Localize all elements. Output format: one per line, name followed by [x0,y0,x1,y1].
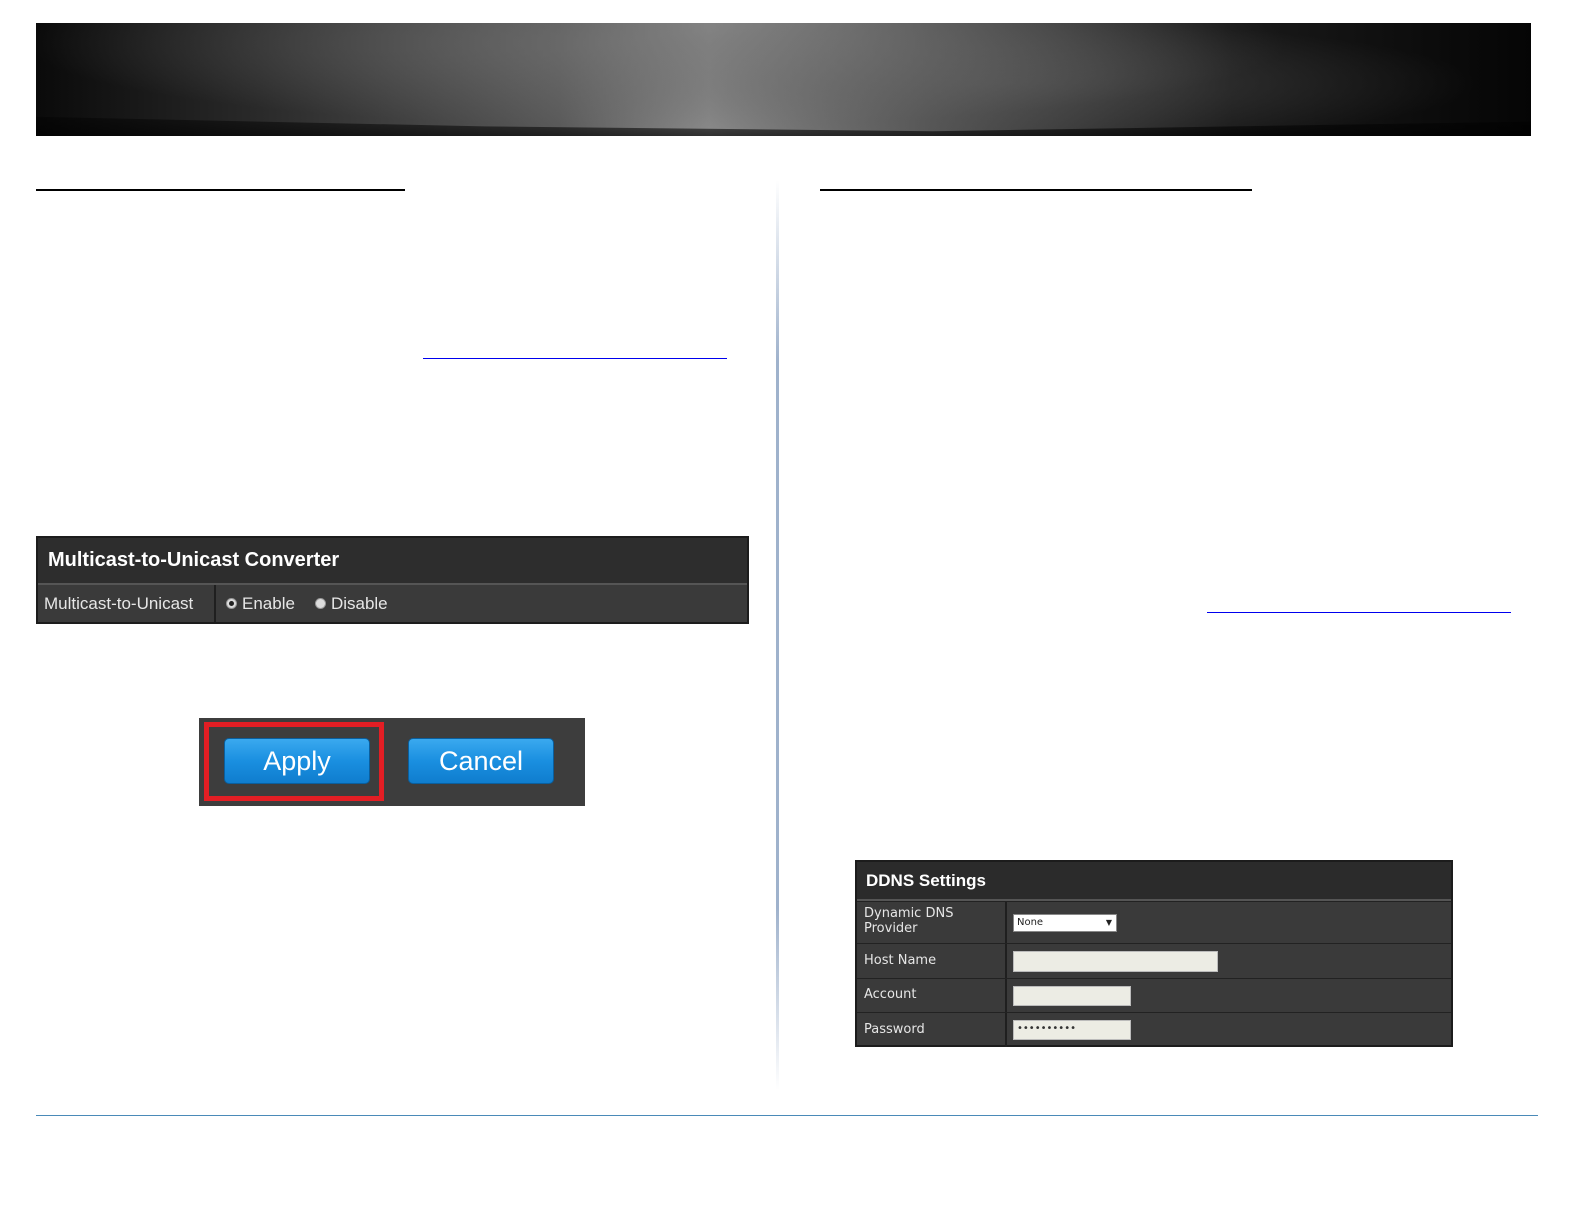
multicast-row: Multicast-to-Unicast Enable Disable [38,585,747,622]
multicast-panel: Multicast-to-Unicast Converter Multicast… [36,536,749,624]
host-name-input[interactable] [1013,950,1218,972]
password-input[interactable]: •••••••••• [1013,1020,1131,1040]
chevron-down-icon: ▼ [1105,917,1112,927]
disable-label: Disable [330,593,388,613]
cancel-button[interactable]: Cancel [408,738,554,784]
enable-option[interactable]: Enable [226,594,295,614]
multicast-options: Enable Disable [216,585,408,622]
ddns-provider-cell: None ▼ [1007,902,1117,943]
ddns-provider-label: Dynamic DNS Provider [857,902,1007,943]
multicast-row-label: Multicast-to-Unicast [38,585,216,622]
right-link-underline[interactable] [1207,612,1511,613]
ddns-account-cell [1007,979,1131,1012]
ddns-password-label: Password [857,1013,1007,1047]
ddns-provider-select[interactable]: None ▼ [1013,913,1117,932]
button-panel: Apply Cancel [199,718,585,806]
enable-label: Enable [242,593,295,613]
enable-radio[interactable] [226,598,237,609]
ddns-host-label: Host Name [857,944,1007,978]
ddns-panel-title: DDNS Settings [857,862,1451,901]
disable-option[interactable]: Disable [314,593,388,614]
ddns-provider-row: Dynamic DNS Provider None ▼ [857,901,1451,943]
left-heading-rule [36,189,405,191]
ddns-host-cell [1007,944,1218,978]
ddns-account-label: Account [857,979,1007,1012]
ddns-password-row: Password •••••••••• [857,1012,1451,1047]
apply-highlight-box [204,722,384,801]
ddns-host-row: Host Name [857,943,1451,978]
ddns-password-cell: •••••••••• [1007,1013,1131,1047]
right-heading-rule [820,189,1252,191]
left-link-underline[interactable] [423,358,727,359]
footer-rule [36,1115,1538,1116]
header-banner [36,23,1531,136]
multicast-panel-title: Multicast-to-Unicast Converter [38,538,747,585]
ddns-account-row: Account [857,978,1451,1012]
ddns-provider-value: None [1017,916,1044,928]
column-divider [776,180,779,1090]
ddns-panel: DDNS Settings Dynamic DNS Provider None … [855,860,1453,1047]
disable-radio[interactable] [314,598,326,609]
account-input[interactable] [1013,985,1131,1006]
banner-swoosh [36,116,1531,136]
